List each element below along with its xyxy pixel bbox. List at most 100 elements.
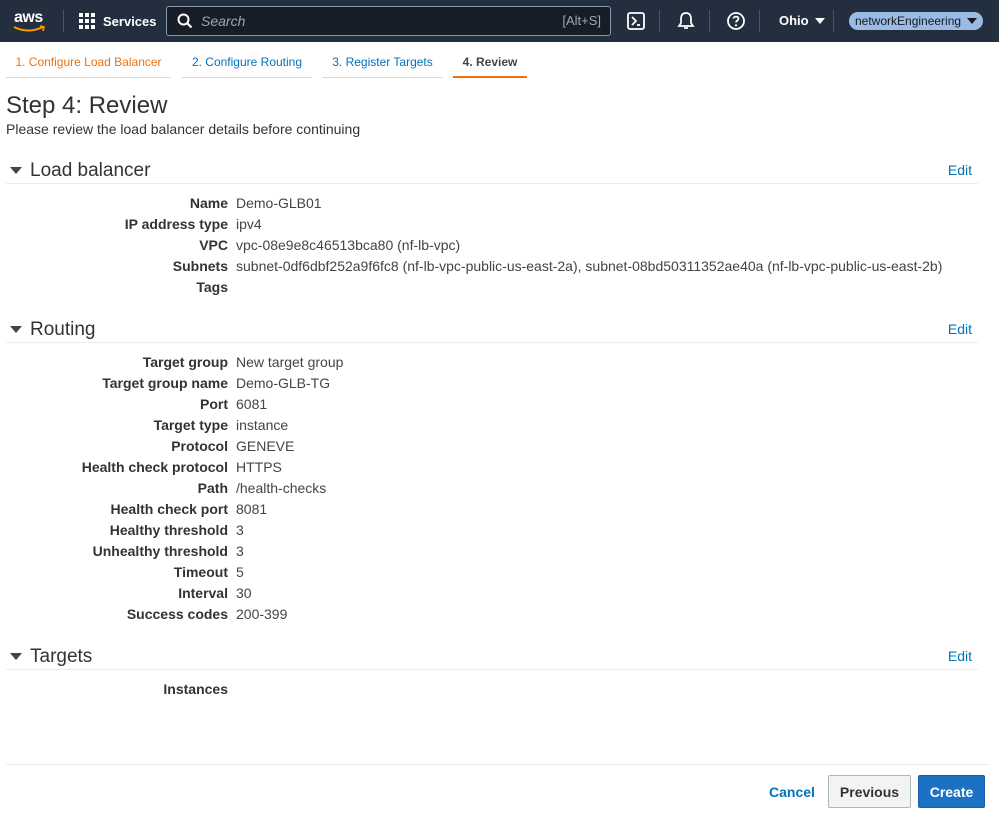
bell-icon[interactable]	[676, 11, 696, 31]
account-menu[interactable]: networkEngineering	[849, 12, 984, 30]
detail-row: Health check protocol HTTPS	[0, 459, 999, 480]
detail-value: instance	[236, 417, 289, 433]
detail-key: Success codes	[126, 606, 228, 622]
nav-divider	[833, 10, 834, 32]
section-load-balancer-header: Load balancer Edit	[6, 160, 978, 184]
caret-down-icon	[814, 17, 825, 24]
edit-routing-link[interactable]: Edit	[948, 321, 972, 337]
detail-value: HTTPS	[236, 459, 282, 475]
detail-value: 6081	[236, 396, 268, 412]
detail-key: Subnets	[172, 258, 228, 274]
detail-row: Timeout 5	[0, 564, 999, 585]
detail-value: New target group	[236, 354, 344, 370]
detail-value: vpc-08e9e8c46513bca80 (nf-lb-vpc)	[236, 237, 461, 253]
tab-register-targets[interactable]: 3. Register Targets	[322, 47, 443, 78]
detail-row: Name Demo-GLB01	[0, 195, 999, 216]
detail-key: Path	[197, 480, 228, 496]
detail-key: Port	[200, 396, 228, 412]
detail-row: Target group name Demo-GLB-TG	[0, 375, 999, 396]
nav-divider	[709, 10, 710, 32]
region-label: Ohio	[779, 13, 809, 28]
services-menu[interactable]: Services	[79, 12, 157, 30]
collapse-triangle-icon[interactable]	[10, 653, 22, 660]
cloudshell-icon[interactable]	[626, 11, 646, 31]
detail-key: Unhealthy threshold	[92, 543, 228, 559]
search-bar[interactable]: [Alt+S]	[166, 6, 611, 36]
detail-value: 3	[236, 522, 244, 538]
section-title-load-balancer[interactable]: Load balancer	[30, 160, 150, 182]
detail-key: Target group name	[102, 375, 228, 391]
detail-row: Protocol GENEVE	[0, 438, 999, 459]
footer-divider	[6, 764, 990, 765]
detail-value: /health-checks	[236, 480, 327, 496]
detail-row: Unhealthy threshold 3	[0, 543, 999, 564]
detail-value: subnet-0df6dbf252a9f6fc8 (nf-lb-vpc-publ…	[236, 258, 943, 274]
detail-key: Tags	[196, 279, 228, 295]
detail-value: 5	[236, 564, 244, 580]
detail-row: Port 6081	[0, 396, 999, 417]
detail-value: Demo-GLB01	[236, 195, 322, 211]
region-selector[interactable]: Ohio	[779, 13, 825, 28]
tab-configure-load-balancer[interactable]: 1. Configure Load Balancer	[6, 47, 171, 78]
detail-value: GENEVE	[236, 438, 295, 454]
nav-divider	[63, 10, 64, 32]
help-icon[interactable]	[726, 11, 746, 31]
nav-divider	[659, 10, 660, 32]
create-button[interactable]: Create	[918, 775, 985, 808]
detail-value: 200-399	[236, 606, 288, 622]
search-input[interactable]	[201, 13, 541, 29]
detail-value: 30	[236, 585, 252, 601]
detail-key: IP address type	[124, 216, 228, 232]
detail-row: Tags	[0, 279, 999, 300]
edit-targets-link[interactable]: Edit	[948, 648, 972, 664]
detail-key: Interval	[178, 585, 228, 601]
detail-key: Target group	[142, 354, 228, 370]
tab-review[interactable]: 4. Review	[453, 47, 527, 78]
nav-divider	[759, 10, 760, 32]
detail-key: Timeout	[173, 564, 228, 580]
section-targets-header: Targets Edit	[6, 646, 978, 670]
account-label: networkEngineering	[855, 14, 962, 28]
detail-key: Target type	[153, 417, 228, 433]
detail-row: Success codes 200-399	[0, 606, 999, 627]
search-shortcut-hint: [Alt+S]	[562, 13, 601, 28]
grid-icon	[79, 13, 95, 29]
detail-row: Target type instance	[0, 417, 999, 438]
detail-key: Name	[189, 195, 228, 211]
detail-value: Demo-GLB-TG	[236, 375, 331, 391]
previous-button[interactable]: Previous	[828, 775, 911, 808]
detail-value: 8081	[236, 501, 268, 517]
aws-smile-icon	[13, 25, 45, 32]
detail-key: Health check protocol	[81, 459, 228, 475]
detail-row: Subnets subnet-0df6dbf252a9f6fc8 (nf-lb-v…	[0, 258, 999, 279]
detail-row: Interval 30	[0, 585, 999, 606]
detail-key: Healthy threshold	[109, 522, 228, 538]
top-nav-bar: aws Services [Alt+S] Ohio	[0, 0, 999, 42]
search-icon	[177, 13, 193, 29]
tab-configure-routing[interactable]: 2. Configure Routing	[182, 47, 312, 78]
detail-row: Health check port 8081	[0, 501, 999, 522]
aws-logo[interactable]: aws	[13, 8, 47, 34]
page-subtitle: Please review the load balancer details …	[6, 121, 361, 137]
detail-value: ipv4	[236, 216, 262, 232]
detail-row: VPC vpc-08e9e8c46513bca80 (nf-lb-vpc)	[0, 237, 999, 258]
cancel-button[interactable]: Cancel	[763, 775, 821, 808]
collapse-triangle-icon[interactable]	[10, 167, 22, 174]
detail-row: Instances	[0, 681, 999, 702]
services-label: Services	[103, 13, 157, 29]
detail-value: 3	[236, 543, 244, 559]
collapse-triangle-icon[interactable]	[10, 326, 22, 333]
page-title: Step 4: Review	[6, 92, 168, 119]
edit-load-balancer-link[interactable]: Edit	[948, 162, 972, 178]
section-title-targets[interactable]: Targets	[30, 646, 92, 668]
caret-down-icon	[967, 18, 978, 24]
detail-row: IP address type ipv4	[0, 216, 999, 237]
detail-key: Health check port	[110, 501, 228, 517]
detail-row: Healthy threshold 3	[0, 522, 999, 543]
detail-row: Target group New target group	[0, 354, 999, 375]
section-title-routing[interactable]: Routing	[30, 319, 96, 341]
section-routing-header: Routing Edit	[6, 319, 978, 343]
detail-key: VPC	[199, 237, 228, 253]
detail-row: Path/health-checks	[0, 480, 999, 501]
detail-key: Instances	[163, 681, 228, 697]
